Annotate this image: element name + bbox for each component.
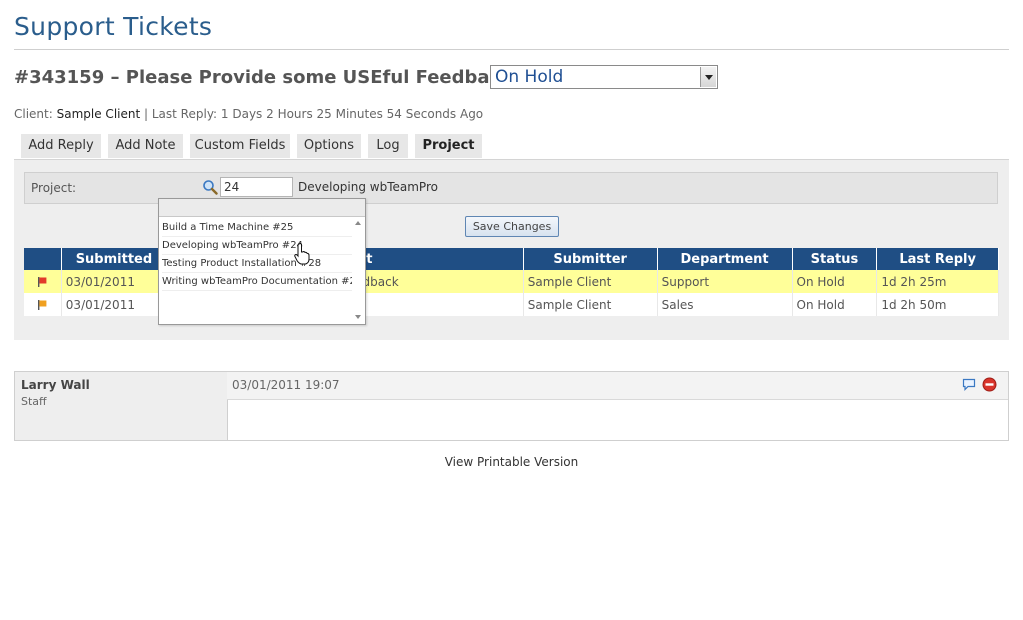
dropdown-item[interactable]: Writing wbTeamPro Documentation #27 <box>162 273 352 291</box>
dropdown-scrollbar[interactable] <box>352 219 364 323</box>
reply-author: Larry Wall <box>21 378 90 392</box>
dropdown-header <box>159 199 365 217</box>
comment-icon[interactable] <box>962 378 976 391</box>
tab-custom-fields[interactable]: Custom Fields <box>190 134 290 158</box>
col-submitter[interactable]: Submitter <box>523 248 658 270</box>
status-cell: On Hold <box>792 270 878 293</box>
scroll-down-icon <box>355 315 361 319</box>
flag-orange-icon <box>38 300 47 310</box>
client-label: Client: <box>14 107 53 121</box>
tab-project[interactable]: Project <box>415 134 482 158</box>
view-printable-link[interactable]: View Printable Version <box>0 455 1023 469</box>
dropdown-item[interactable]: Build a Time Machine #25 <box>162 219 352 237</box>
col-status[interactable]: Status <box>792 248 878 270</box>
search-icon[interactable] <box>202 179 218 195</box>
status-cell: On Hold <box>792 293 878 316</box>
status-select[interactable]: On Hold <box>490 65 718 89</box>
tab-log[interactable]: Log <box>368 134 408 158</box>
reply-author-panel: Larry Wall Staff <box>15 372 228 440</box>
col-submitted[interactable]: Submitted <box>61 248 168 270</box>
submitter-cell: Sample Client <box>523 293 658 316</box>
tab-add-reply[interactable]: Add Reply <box>21 134 101 158</box>
reply-entry: Larry Wall Staff 03/01/2011 19:07 <box>14 371 1009 441</box>
department-cell: Sales <box>657 293 793 316</box>
delete-icon[interactable] <box>982 377 997 392</box>
dropdown-list: Build a Time Machine #25 Developing wbTe… <box>162 219 352 323</box>
reply-role: Staff <box>21 395 47 408</box>
project-label: Project: <box>31 181 77 195</box>
dropdown-item[interactable]: Developing wbTeamPro #24 <box>162 237 352 255</box>
submitted-cell: 03/01/2011 <box>61 270 168 293</box>
project-search-input[interactable] <box>220 177 293 197</box>
col-flag <box>24 248 62 270</box>
submitter-cell: Sample Client <box>523 270 658 293</box>
dropdown-item[interactable]: Testing Product Installation #28 <box>162 255 352 273</box>
hand-cursor-icon <box>294 243 310 265</box>
last-reply-cell: 1d 2h 25m <box>876 270 999 293</box>
project-name: Developing wbTeamPro <box>298 180 438 194</box>
chevron-down-icon[interactable] <box>700 67 716 87</box>
tab-options[interactable]: Options <box>297 134 361 158</box>
ticket-meta: Client: Sample Client | Last Reply: 1 Da… <box>14 107 483 121</box>
reply-header: 03/01/2011 19:07 <box>227 372 1008 400</box>
submitted-cell: 03/01/2011 <box>61 293 168 316</box>
status-select-value: On Hold <box>495 67 564 87</box>
flag-red-icon <box>38 277 47 287</box>
flag-cell <box>24 293 62 316</box>
col-last-reply[interactable]: Last Reply <box>876 248 999 270</box>
ticket-title: #343159 – Please Provide some USEful Fee… <box>14 67 513 88</box>
last-reply-info: | Last Reply: 1 Days 2 Hours 25 Minutes … <box>144 107 484 121</box>
tab-add-note[interactable]: Add Note <box>108 134 183 158</box>
last-reply-cell: 1d 2h 50m <box>876 293 999 316</box>
save-changes-button[interactable]: Save Changes <box>465 216 559 237</box>
title-divider <box>14 49 1009 50</box>
scroll-up-icon <box>355 221 361 225</box>
reply-date: 03/01/2011 19:07 <box>232 378 340 392</box>
project-autocomplete-dropdown[interactable]: Build a Time Machine #25 Developing wbTe… <box>158 198 366 325</box>
page-title: Support Tickets <box>14 12 213 41</box>
col-department[interactable]: Department <box>657 248 793 270</box>
client-name: Sample Client <box>56 107 141 121</box>
department-cell: Support <box>657 270 793 293</box>
flag-cell <box>24 270 62 293</box>
